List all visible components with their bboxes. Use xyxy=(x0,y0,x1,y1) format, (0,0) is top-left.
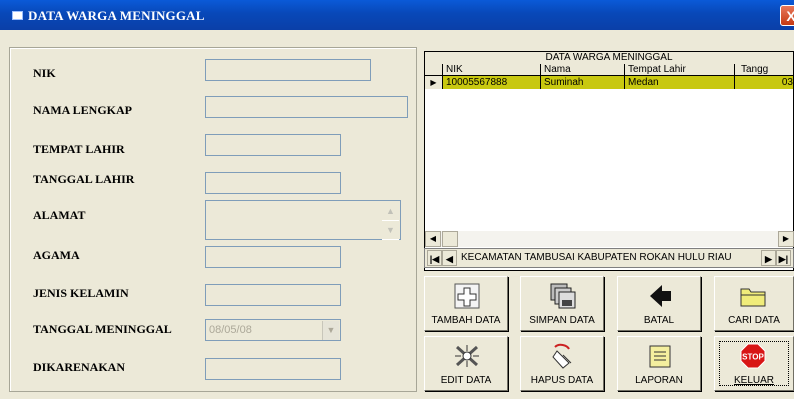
jenis-kelamin-field[interactable] xyxy=(205,284,341,306)
grid-cell-tanggal[interactable]: 03 xyxy=(735,76,793,89)
nama-label: NAMA LENGKAP xyxy=(33,103,132,117)
alamat-field[interactable]: ▲ ▼ xyxy=(205,200,401,240)
keluar-label: KELUAR xyxy=(733,375,774,386)
laporan-label: LAPORAN xyxy=(635,375,683,386)
folder-icon xyxy=(740,288,766,307)
batal-label: BATAL xyxy=(643,315,675,326)
agama-field[interactable] xyxy=(205,246,341,268)
chevron-down-icon[interactable]: ▼ xyxy=(322,321,339,340)
window-title: DATA WARGA MENINGGAL xyxy=(28,8,205,23)
hapus-data-label: HAPUS DATA xyxy=(530,375,594,386)
dikarenakan-label: DIKARENAKAN xyxy=(33,360,126,374)
jenis-kelamin-label: JENIS KELAMIN xyxy=(33,286,129,300)
tanggal-lahir-label: TANGGAL LAHIR xyxy=(33,172,135,186)
plus-icon xyxy=(454,283,480,309)
scroll-right-icon[interactable]: ▶ xyxy=(778,231,794,247)
grid-cell-nama[interactable]: Suminah xyxy=(541,76,625,89)
hapus-data-button[interactable]: HAPUS DATA xyxy=(520,336,604,391)
edit-data-label: EDIT DATA xyxy=(440,375,492,386)
scroll-left-icon[interactable]: ◀ xyxy=(425,231,441,247)
grid-header-nik[interactable]: NIK xyxy=(443,64,541,76)
close-button[interactable]: X xyxy=(780,5,794,26)
grid-cell-tempat[interactable]: Medan xyxy=(625,76,735,89)
grid-caption: DATA WARGA MENINGGAL xyxy=(545,52,673,63)
laporan-button[interactable]: LAPORAN xyxy=(617,336,701,391)
simpan-data-button[interactable]: SIMPAN DATA xyxy=(520,276,604,331)
tanggal-meninggal-field[interactable]: 08/05/08 ▼ xyxy=(205,319,341,341)
nav-prev-icon[interactable]: ◀ xyxy=(442,250,457,266)
keluar-button[interactable]: STOP KELUAR xyxy=(714,336,794,391)
grid-hscrollbar[interactable]: ◀ ▶ xyxy=(425,231,794,247)
agama-label: AGAMA xyxy=(33,248,80,262)
cari-data-button[interactable]: CARI DATA xyxy=(714,276,794,331)
grid-corner xyxy=(425,64,443,76)
navigator-caption: KECAMATAN TAMBUSAI KABUPATEN ROKAN HULU … xyxy=(461,252,732,263)
alamat-label: ALAMAT xyxy=(33,208,86,222)
simpan-data-label: SIMPAN DATA xyxy=(529,315,595,326)
grid-cell-nik[interactable]: 10005567888 xyxy=(443,76,541,89)
edit-data-button[interactable]: EDIT DATA xyxy=(424,336,508,391)
tambah-data-button[interactable]: TAMBAH DATA xyxy=(424,276,508,331)
floppy-icon xyxy=(550,283,576,309)
tempat-lahir-label: TEMPAT LAHIR xyxy=(33,142,125,156)
grid-header-tanggal[interactable]: Tangg xyxy=(735,64,793,76)
nav-last-icon[interactable]: ▶| xyxy=(776,250,791,266)
tambah-data-label: TAMBAH DATA xyxy=(431,315,501,326)
tanggal-lahir-field[interactable] xyxy=(205,172,341,194)
tanggal-meninggal-value: 08/05/08 xyxy=(209,324,252,336)
dikarenakan-field[interactable] xyxy=(205,358,341,380)
title-bar: DATA WARGA MENINGGAL X xyxy=(0,0,794,30)
back-arrow-icon xyxy=(650,285,671,307)
cari-data-label: CARI DATA xyxy=(728,315,780,326)
alamat-scrollbar[interactable]: ▲ ▼ xyxy=(382,202,399,240)
grid-header-nama[interactable]: Nama xyxy=(541,64,625,76)
stop-sign-text: STOP xyxy=(742,353,764,362)
tanggal-meninggal-label: TANGGAL MENINGGAL xyxy=(33,322,172,336)
nav-next-icon[interactable]: ▶ xyxy=(761,250,776,266)
window-icon xyxy=(12,11,23,20)
batal-button[interactable]: BATAL xyxy=(617,276,701,331)
record-navigator: |◀ ◀ KECAMATAN TAMBUSAI KABUPATEN ROKAN … xyxy=(424,248,794,268)
scroll-down-icon[interactable]: ▼ xyxy=(382,221,399,240)
scroll-up-icon[interactable]: ▲ xyxy=(382,202,399,221)
row-pointer-icon: ▶ xyxy=(425,76,443,89)
scroll-thumb[interactable] xyxy=(442,231,458,247)
grid-header-tempat-lahir[interactable]: Tempat Lahir xyxy=(625,64,735,76)
nama-field[interactable] xyxy=(205,96,408,118)
eraser-icon xyxy=(552,343,572,369)
nav-first-icon[interactable]: |◀ xyxy=(427,250,442,266)
tempat-lahir-field[interactable] xyxy=(205,134,341,156)
nik-label: NIK xyxy=(33,66,56,80)
edit-icon xyxy=(455,345,479,367)
report-icon xyxy=(649,345,671,368)
nik-field[interactable] xyxy=(205,59,371,81)
stop-icon: STOP xyxy=(740,343,766,369)
